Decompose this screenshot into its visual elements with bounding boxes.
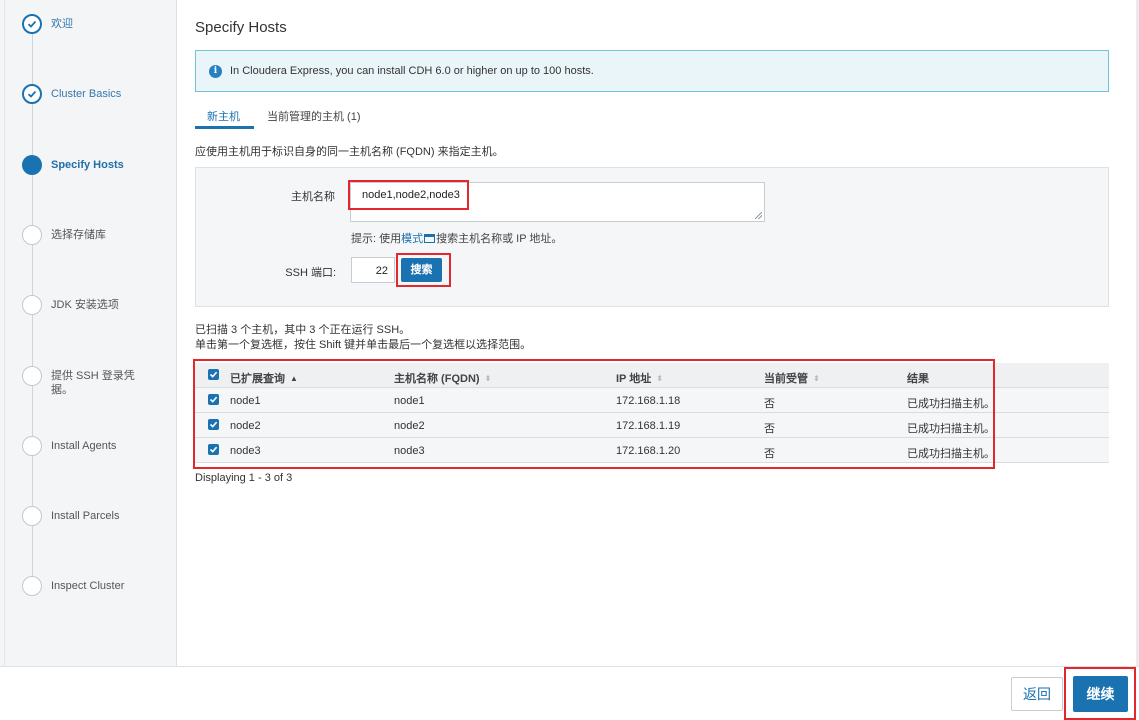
step-label: Specify Hosts	[51, 159, 124, 171]
check-icon	[22, 14, 42, 34]
tab-new-hosts[interactable]: 新主机	[207, 108, 240, 124]
step-label: 欢迎	[51, 18, 73, 30]
step-label: 选择存储库	[51, 229, 106, 241]
step-label: Inspect Cluster	[51, 580, 125, 592]
pending-step-icon	[22, 225, 42, 245]
scan-line-2: 单击第一个复选框，按住 Shift 键并单击最后一个复选框以选择范围。	[195, 339, 532, 351]
info-icon: i	[209, 65, 222, 78]
highlight-table	[193, 359, 995, 469]
highlight-hostname	[348, 180, 469, 210]
popup-window-icon[interactable]	[424, 234, 436, 243]
pending-step-icon	[22, 436, 42, 456]
hostname-label: 主机名称	[291, 191, 335, 203]
step-label: JDK 安装选项	[51, 299, 119, 311]
check-icon	[22, 84, 42, 104]
hint-suffix: 搜索主机名称或 IP 地址。	[436, 233, 563, 245]
pending-step-icon	[22, 506, 42, 526]
hosts-instruction: 应使用主机用于标识自身的同一主机名称 (FQDN) 来指定主机。	[195, 146, 504, 158]
table-pagination-info: Displaying 1 - 3 of 3	[195, 472, 293, 484]
pending-step-icon	[22, 295, 42, 315]
active-step-icon	[22, 155, 42, 175]
pending-step-icon	[22, 576, 42, 596]
ssh-port-label: SSH 端口:	[285, 267, 336, 279]
back-button[interactable]: 返回	[1011, 677, 1063, 711]
info-alert: i In Cloudera Express, you can install C…	[195, 50, 1109, 92]
ssh-port-input[interactable]: 22	[351, 257, 395, 283]
resize-grip-icon[interactable]	[755, 212, 762, 219]
step-label: Install Agents	[51, 440, 117, 452]
info-text: In Cloudera Express, you can install CDH…	[230, 65, 594, 77]
wizard-footer	[0, 666, 1139, 720]
hostname-hint: 提示: 使用模式 搜索主机名称或 IP 地址。	[351, 230, 562, 246]
pattern-link[interactable]: 模式	[401, 233, 423, 245]
highlight-continue	[1064, 667, 1136, 720]
scan-summary: 已扫描 3 个主机，其中 3 个正在运行 SSH。 单击第一个复选框，按住 Sh…	[195, 323, 531, 353]
page-title: Specify Hosts	[195, 19, 287, 36]
step-label: Install Parcels	[51, 510, 120, 522]
scan-line-1: 已扫描 3 个主机，其中 3 个正在运行 SSH。	[195, 324, 411, 336]
active-tab-indicator	[195, 126, 254, 129]
sidebar-edge	[4, 0, 5, 666]
step-label: Cluster Basics	[51, 88, 122, 100]
pending-step-icon	[22, 366, 42, 386]
highlight-search	[396, 253, 451, 287]
hint-prefix: 提示: 使用	[351, 233, 402, 245]
step-label: 提供 SSH 登录凭据。	[51, 370, 135, 396]
tab-managed-hosts[interactable]: 当前管理的主机 (1)	[267, 108, 361, 124]
ssh-port-value: 22	[375, 265, 388, 277]
